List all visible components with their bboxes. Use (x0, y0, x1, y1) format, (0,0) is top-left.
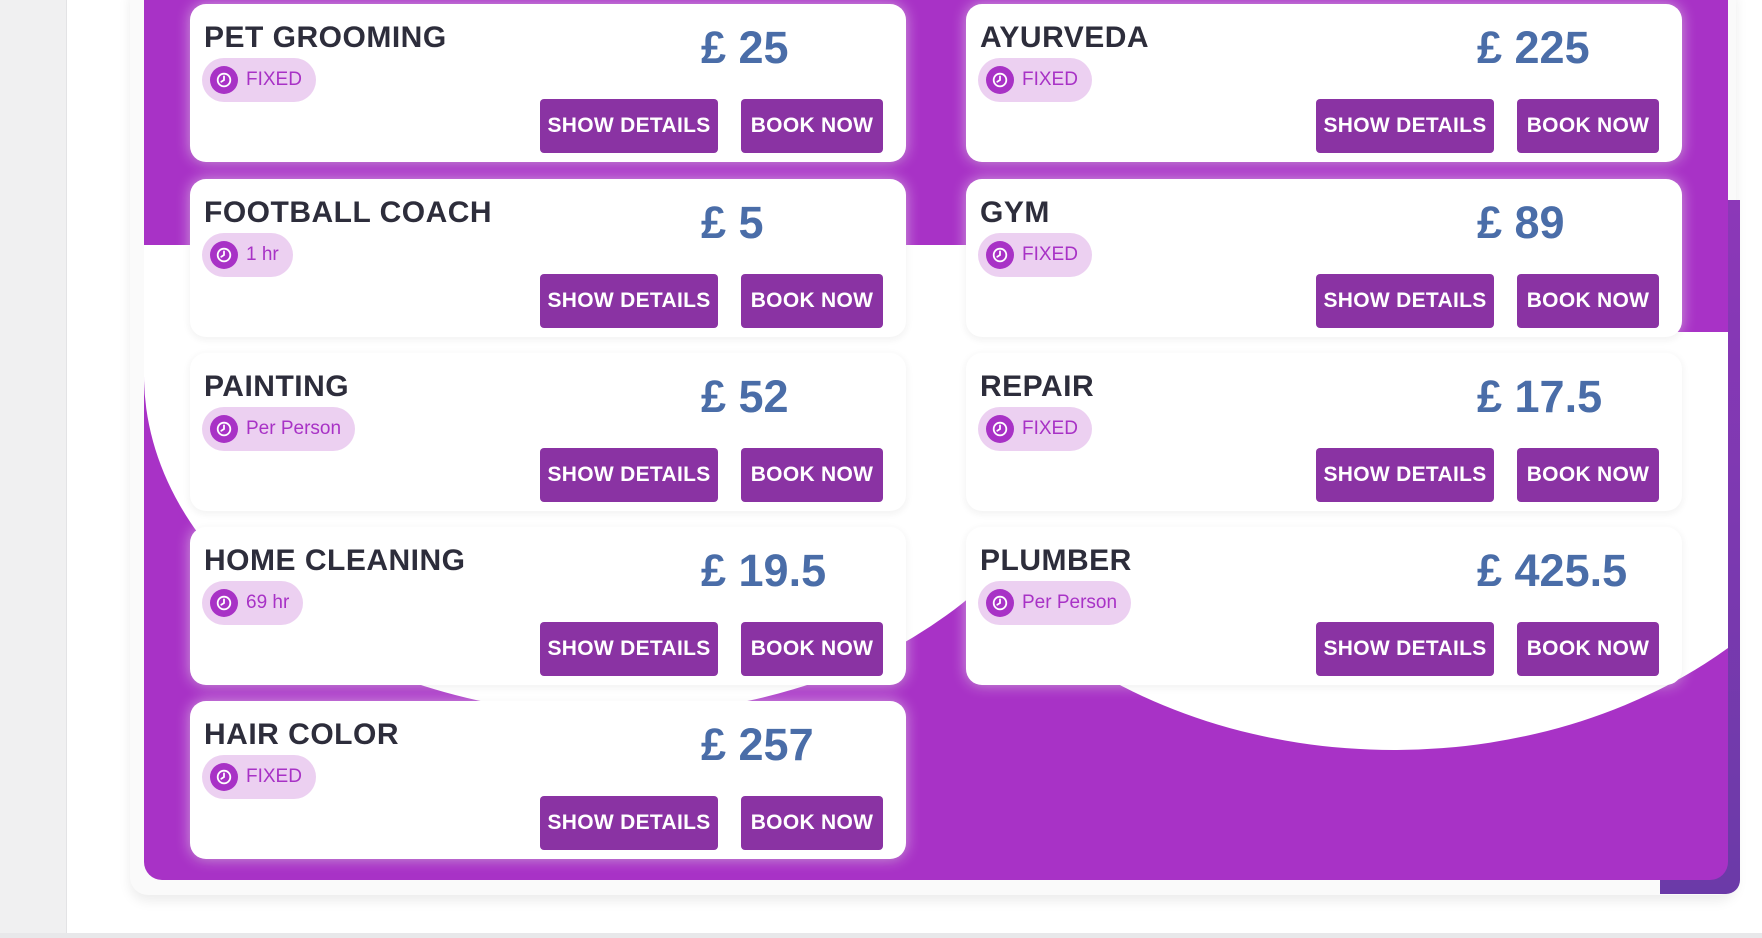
duration-label: FIXED (1022, 69, 1078, 90)
duration-label: 69 hr (246, 592, 290, 613)
duration-label: 1 hr (246, 244, 279, 265)
service-name: GYM (980, 196, 1050, 229)
service-card-home-cleaning: HOME CLEANING 69 hr £ 19.5 SHOW DETAILS … (190, 527, 906, 685)
book-now-button[interactable]: BOOK NOW (741, 622, 883, 676)
duration-badge: FIXED (978, 233, 1092, 277)
service-name: HAIR COLOR (204, 718, 399, 751)
service-card-pet-grooming: PET GROOMING FIXED £ 25 SHOW DETAILS BOO… (190, 4, 906, 162)
service-price: £ 257 (701, 719, 814, 770)
duration-badge: FIXED (202, 755, 316, 799)
show-details-button[interactable]: SHOW DETAILS (1316, 622, 1494, 676)
show-details-button[interactable]: SHOW DETAILS (1316, 448, 1494, 502)
service-card-hair-color: HAIR COLOR FIXED £ 257 SHOW DETAILS BOOK… (190, 701, 906, 859)
service-name: AYURVEDA (980, 21, 1150, 54)
duration-label: FIXED (246, 766, 302, 787)
show-details-button[interactable]: SHOW DETAILS (1316, 99, 1494, 153)
service-name: PET GROOMING (204, 21, 447, 54)
service-price: £ 19.5 (701, 545, 827, 596)
show-details-button[interactable]: SHOW DETAILS (540, 622, 718, 676)
duration-label: Per Person (1022, 592, 1118, 613)
show-details-button[interactable]: SHOW DETAILS (540, 796, 718, 850)
duration-badge: Per Person (978, 581, 1132, 625)
service-card-plumber: PLUMBER Per Person £ 425.5 SHOW DETAILS … (966, 527, 1682, 685)
clock-icon (210, 589, 238, 617)
duration-label: FIXED (246, 69, 302, 90)
book-now-button[interactable]: BOOK NOW (741, 99, 883, 153)
book-now-button[interactable]: BOOK NOW (1517, 622, 1659, 676)
book-now-button[interactable]: BOOK NOW (741, 796, 883, 850)
duration-badge: 1 hr (202, 233, 293, 277)
clock-icon (210, 415, 238, 443)
book-now-button[interactable]: BOOK NOW (1517, 274, 1659, 328)
duration-label: FIXED (1022, 418, 1078, 439)
clock-icon (986, 241, 1014, 269)
service-price: £ 225 (1477, 22, 1590, 73)
service-card-ayurveda: AYURVEDA FIXED £ 225 SHOW DETAILS BOOK N… (966, 4, 1682, 162)
service-name: FOOTBALL COACH (204, 196, 493, 229)
service-name: PAINTING (204, 370, 350, 403)
clock-icon (210, 66, 238, 94)
service-price: £ 89 (1477, 197, 1565, 248)
service-price: £ 425.5 (1477, 545, 1628, 596)
service-name: HOME CLEANING (204, 544, 466, 577)
service-price: £ 5 (701, 197, 764, 248)
duration-label: Per Person (246, 418, 342, 439)
duration-badge: FIXED (202, 58, 316, 102)
duration-badge: FIXED (978, 58, 1092, 102)
clock-icon (986, 415, 1014, 443)
left-sidebar-strip (0, 0, 67, 938)
service-name: PLUMBER (980, 544, 1132, 577)
service-price: £ 17.5 (1477, 371, 1603, 422)
duration-badge: 69 hr (202, 581, 304, 625)
duration-label: FIXED (1022, 244, 1078, 265)
clock-icon (210, 241, 238, 269)
book-now-button[interactable]: BOOK NOW (741, 448, 883, 502)
service-card-repair: REPAIR FIXED £ 17.5 SHOW DETAILS BOOK NO… (966, 353, 1682, 511)
clock-icon (986, 589, 1014, 617)
clock-icon (986, 66, 1014, 94)
show-details-button[interactable]: SHOW DETAILS (540, 274, 718, 328)
show-details-button[interactable]: SHOW DETAILS (1316, 274, 1494, 328)
show-details-button[interactable]: SHOW DETAILS (540, 448, 718, 502)
duration-badge: Per Person (202, 407, 356, 451)
service-price: £ 52 (701, 371, 789, 422)
service-name: REPAIR (980, 370, 1095, 403)
service-card-gym: GYM FIXED £ 89 SHOW DETAILS BOOK NOW (966, 179, 1682, 337)
service-card-football-coach: FOOTBALL COACH 1 hr £ 5 SHOW DETAILS BOO… (190, 179, 906, 337)
service-card-painting: PAINTING Per Person £ 52 SHOW DETAILS BO… (190, 353, 906, 511)
show-details-button[interactable]: SHOW DETAILS (540, 99, 718, 153)
book-now-button[interactable]: BOOK NOW (741, 274, 883, 328)
duration-badge: FIXED (978, 407, 1092, 451)
book-now-button[interactable]: BOOK NOW (1517, 99, 1659, 153)
service-price: £ 25 (701, 22, 789, 73)
window-bottom-bar (0, 933, 1762, 938)
book-now-button[interactable]: BOOK NOW (1517, 448, 1659, 502)
clock-icon (210, 763, 238, 791)
